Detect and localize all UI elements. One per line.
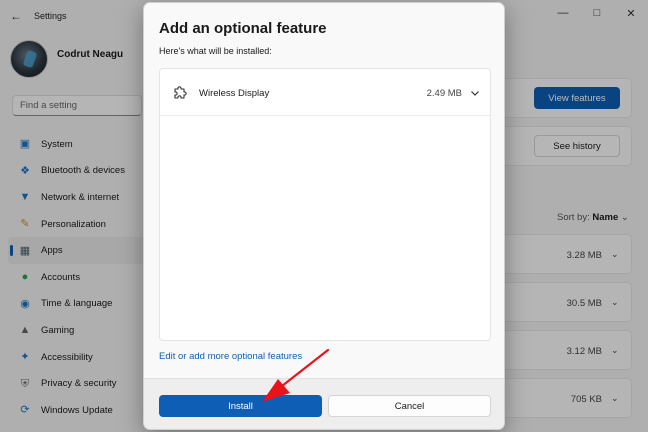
cancel-button[interactable]: Cancel — [328, 395, 491, 417]
dialog-subtitle: Here's what will be installed: — [159, 46, 272, 56]
dialog-title: Add an optional feature — [159, 20, 327, 37]
add-optional-feature-dialog: Add an optional feature Here's what will… — [143, 2, 505, 430]
feature-list-panel: Wireless Display 2.49 MB — [159, 68, 491, 341]
chevron-down-icon[interactable] — [469, 87, 481, 99]
feature-row-wireless-display[interactable]: Wireless Display 2.49 MB — [160, 69, 490, 116]
feature-name: Wireless Display — [199, 88, 270, 99]
dialog-footer: Install Cancel — [144, 378, 504, 429]
feature-size: 2.49 MB — [426, 88, 462, 99]
puzzle-icon — [174, 86, 187, 99]
edit-features-link[interactable]: Edit or add more optional features — [159, 351, 302, 362]
install-button[interactable]: Install — [159, 395, 322, 417]
